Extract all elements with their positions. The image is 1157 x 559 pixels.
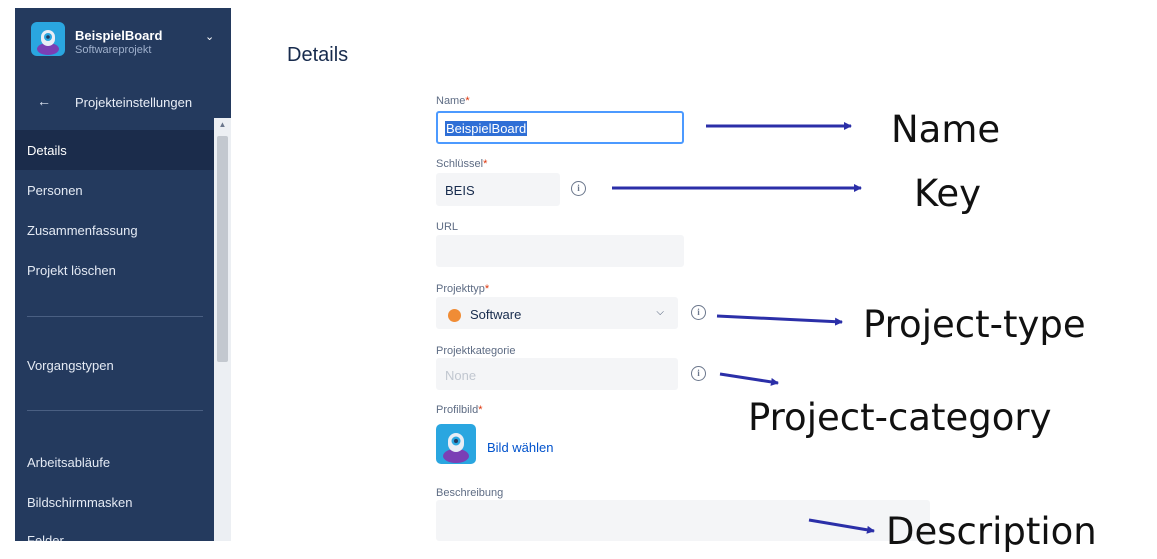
annotation-project-type: Project-type (863, 303, 1086, 346)
arrow-to-description-field (808, 518, 875, 534)
annotation-name: Name (891, 108, 1001, 151)
annotation-description: Description (886, 510, 1097, 553)
annotation-arrows (612, 122, 875, 534)
annotation-project-category: Project-category (748, 396, 1052, 439)
arrow-to-project-type-field (716, 314, 843, 326)
arrow-to-project-category-field (719, 372, 779, 386)
annotation-key: Key (914, 172, 982, 215)
